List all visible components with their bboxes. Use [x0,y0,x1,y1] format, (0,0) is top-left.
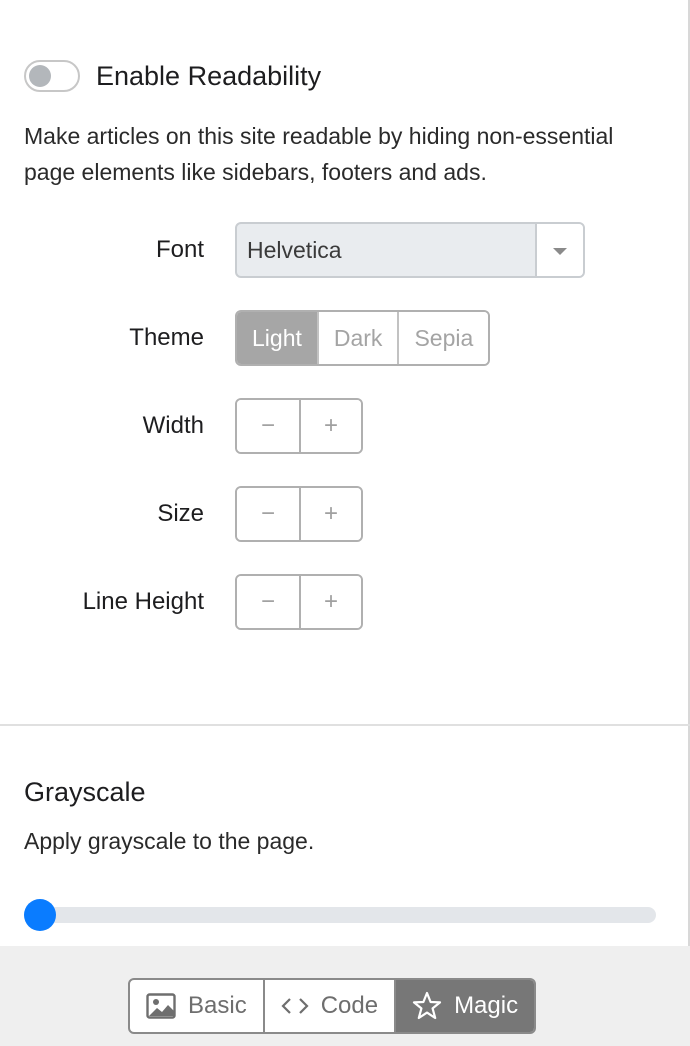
mode-basic-button[interactable]: Basic [130,980,263,1032]
line-height-setting: Line Height − + [0,574,363,630]
theme-setting: Theme Light Dark Sepia [0,310,491,366]
width-setting: Width − + [0,398,363,454]
settings-panel: Enable Readability Make articles on this… [0,0,690,1046]
image-icon [146,993,176,1019]
line-height-label: Line Height [82,588,204,615]
size-decrease-button[interactable]: − [237,488,299,540]
theme-segmented-control: Light Dark Sepia [235,310,491,366]
section-divider [0,724,690,726]
grayscale-slider-thumb[interactable] [24,899,56,931]
chevron-down-icon[interactable] [535,224,583,276]
theme-option-light[interactable]: Light [237,312,317,364]
mode-magic-button[interactable]: Magic [394,980,535,1032]
size-increase-button[interactable]: + [299,488,361,540]
mode-switch: Basic Code Magic [128,978,537,1034]
width-stepper: − + [235,398,363,454]
size-stepper: − + [235,486,363,542]
mode-code-label: Code [320,992,379,1019]
line-height-decrease-button[interactable]: − [237,576,299,628]
readability-toggle[interactable] [24,60,80,92]
theme-label: Theme [129,324,204,351]
line-height-stepper: − + [235,574,363,630]
readability-toggle-label: Enable Readability [96,60,322,91]
grayscale-slider[interactable] [24,899,656,931]
toggle-knob [29,65,51,87]
width-decrease-button[interactable]: − [237,400,299,452]
font-select-value: Helvetica [247,237,342,263]
code-icon [281,996,309,1016]
theme-option-dark[interactable]: Dark [316,312,398,364]
width-label: Width [142,412,204,439]
theme-option-sepia[interactable]: Sepia [397,312,489,364]
size-setting: Size − + [0,486,363,542]
font-setting: Font Helvetica [0,222,585,278]
line-height-increase-button[interactable]: + [299,576,361,628]
mode-footer: Basic Code Magic [0,946,690,1046]
grayscale-title: Grayscale [24,777,146,807]
size-label: Size [157,500,204,527]
font-select[interactable]: Helvetica [235,222,585,278]
width-increase-button[interactable]: + [299,400,361,452]
mode-code-button[interactable]: Code [262,980,394,1032]
readability-toggle-row: Enable Readability [24,60,321,92]
mode-basic-label: Basic [188,992,247,1019]
font-label: Font [155,236,204,263]
star-icon [412,991,442,1021]
readability-description: Make articles on this site readable by h… [24,123,614,185]
grayscale-description: Apply grayscale to the page. [24,828,315,854]
mode-magic-label: Magic [454,992,519,1019]
